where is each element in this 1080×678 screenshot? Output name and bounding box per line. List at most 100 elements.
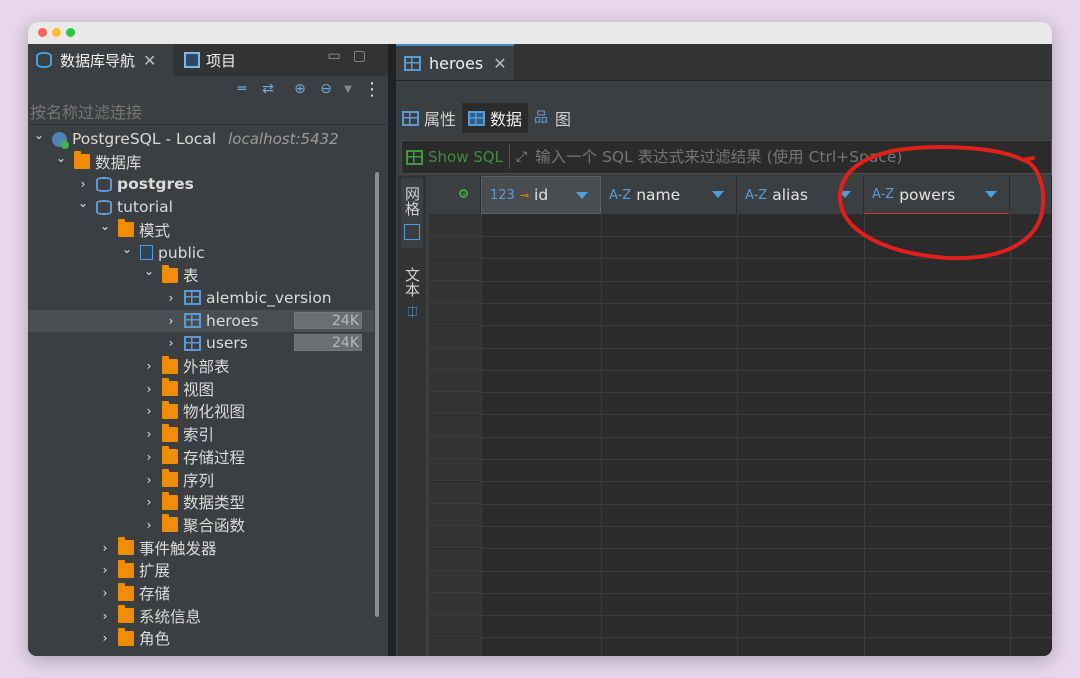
chevron-right-icon[interactable]: ›	[142, 404, 156, 418]
tree-node[interactable]: › 存储	[98, 582, 170, 604]
tree-node[interactable]: › 数据类型	[142, 491, 245, 513]
link-editor-icon[interactable]: ⇄	[258, 79, 278, 99]
tree-node[interactable]: › 聚合函数	[142, 514, 245, 536]
tree-node-label: heroes	[206, 311, 259, 330]
chevron-down-icon[interactable]: ⌄	[76, 196, 90, 210]
grid-row-line	[481, 280, 1052, 282]
chevron-right-icon[interactable]: ›	[142, 495, 156, 509]
grid-row-line	[481, 302, 1052, 304]
editor-tabs: heroes ✕	[396, 44, 1052, 81]
grid-row-line	[481, 570, 1052, 572]
tree-node[interactable]: › 扩展	[98, 559, 170, 581]
column-name: alias	[772, 186, 808, 204]
close-icon[interactable]: ✕	[143, 51, 156, 70]
chevron-down-icon[interactable]: ▼	[338, 79, 358, 99]
tree-node[interactable]: › 角色	[98, 627, 170, 649]
chevron-right-icon[interactable]: ›	[98, 586, 112, 600]
chevron-right-icon[interactable]: ›	[142, 359, 156, 373]
chevron-down-icon[interactable]: ⌄	[98, 219, 112, 233]
tab-projects[interactable]: 项目	[176, 44, 296, 76]
tree-node[interactable]: › 索引	[142, 423, 214, 445]
close-icon[interactable]: ✕	[493, 54, 506, 73]
subtab-label: 图	[555, 110, 572, 129]
grid-icon	[404, 224, 420, 241]
chevron-down-icon[interactable]: ⌄	[120, 242, 134, 256]
chevron-right-icon[interactable]: ›	[142, 450, 156, 464]
tree-node[interactable]: ⌄ 数据库	[54, 151, 142, 173]
minimize-window-button[interactable]	[52, 28, 61, 37]
column-header-powers[interactable]: A-Z powers	[864, 176, 1010, 214]
tree-node[interactable]: › 序列	[142, 469, 214, 491]
row-number-cell	[429, 593, 481, 616]
tree-node[interactable]: ⌄ public	[120, 242, 205, 264]
tree-node[interactable]: › 视图	[142, 378, 214, 400]
column-header-id[interactable]: 123 ⊸ id	[481, 176, 601, 214]
zoom-window-button[interactable]	[66, 28, 75, 37]
tree-node-label: 存储过程	[183, 448, 246, 467]
expand-icon[interactable]: ⤢	[516, 149, 527, 165]
connect-filter-icon[interactable]: ⊖	[316, 79, 336, 99]
tab-diagram[interactable]: 品 图	[528, 103, 577, 133]
tab-text[interactable]: 文本 ⎅	[401, 258, 423, 328]
tree-node[interactable]: › 物化视图	[142, 400, 245, 422]
tab-heroes[interactable]: heroes ✕	[396, 44, 514, 80]
chevron-right-icon[interactable]: ›	[98, 541, 112, 555]
folder-icon	[118, 559, 134, 578]
grid-row-line	[481, 392, 1052, 394]
chevron-right-icon[interactable]: ›	[142, 518, 156, 532]
chevron-right-icon[interactable]: ›	[98, 563, 112, 577]
chevron-down-icon[interactable]	[712, 191, 724, 198]
tree-node[interactable]: ⌄ 表	[142, 264, 199, 286]
chevron-down-icon[interactable]	[985, 191, 997, 198]
new-connection-icon[interactable]: ⊕	[290, 79, 310, 99]
chevron-down-icon[interactable]: ⌄	[142, 264, 156, 278]
collapse-all-icon[interactable]: ═	[232, 79, 252, 99]
tree-scrollbar[interactable]	[375, 172, 379, 617]
tab-properties[interactable]: 属性	[396, 103, 462, 133]
tree-node[interactable]: › 事件触发器	[98, 537, 217, 559]
tree-node-label: 存储	[139, 585, 171, 603]
chevron-right-icon[interactable]: ›	[76, 177, 90, 191]
more-menu-icon[interactable]: ⋮	[362, 79, 382, 100]
tree-node[interactable]: › 外部表	[142, 355, 230, 377]
tab-database-navigator[interactable]: 数据库导航 ✕	[28, 44, 173, 76]
connection-filter-input[interactable]	[28, 102, 372, 123]
chevron-right-icon[interactable]: ›	[142, 427, 156, 441]
tree-node[interactable]: ⌄ tutorial	[76, 196, 173, 218]
tree-node-label: 序列	[183, 471, 215, 490]
table-icon	[402, 110, 419, 126]
chevron-down-icon[interactable]	[839, 191, 851, 198]
tree-node[interactable]: ⌄ 模式	[98, 219, 170, 241]
record-mode-icon[interactable]	[459, 189, 468, 198]
panel-window-controls[interactable]: ▭▢	[328, 48, 378, 64]
chevron-right-icon[interactable]: ›	[142, 382, 156, 396]
show-sql-button[interactable]: Show SQL	[402, 145, 510, 169]
chevron-down-icon[interactable]: ⌄	[54, 151, 68, 165]
folder-icon	[162, 400, 178, 419]
folder-icon	[162, 469, 178, 487]
folder-icon	[118, 627, 134, 646]
chevron-right-icon[interactable]: ›	[142, 473, 156, 487]
row-number-cell	[429, 526, 481, 549]
chevron-down-icon[interactable]	[576, 192, 588, 199]
chevron-right-icon[interactable]: ›	[98, 631, 112, 645]
chevron-right-icon[interactable]: ›	[164, 336, 178, 350]
tab-grid[interactable]: 网格	[401, 178, 423, 248]
chevron-right-icon[interactable]: ›	[98, 609, 112, 623]
tab-data[interactable]: 数据	[462, 103, 529, 133]
tree-node[interactable]: › users	[164, 332, 248, 354]
row-number-cell	[429, 325, 481, 348]
tree-node[interactable]: › 系统信息	[98, 605, 201, 627]
chevron-down-icon[interactable]: ⌄	[32, 128, 46, 142]
chevron-right-icon[interactable]: ›	[164, 291, 178, 305]
close-window-button[interactable]	[38, 28, 47, 37]
tree-node[interactable]: › 存储过程	[142, 446, 245, 468]
tree-node[interactable]: › postgres	[76, 173, 194, 195]
chevron-right-icon[interactable]: ›	[164, 314, 178, 328]
sql-filter-input[interactable]	[533, 147, 1051, 167]
tree-node[interactable]: ⌄ PostgreSQL - Local localhost:5432	[32, 128, 339, 150]
panel-divider[interactable]	[388, 44, 396, 656]
column-header-alias[interactable]: A-Z alias	[737, 176, 864, 214]
tree-node[interactable]: › alembic_version	[164, 287, 332, 309]
column-header-name[interactable]: A-Z name	[601, 176, 737, 214]
